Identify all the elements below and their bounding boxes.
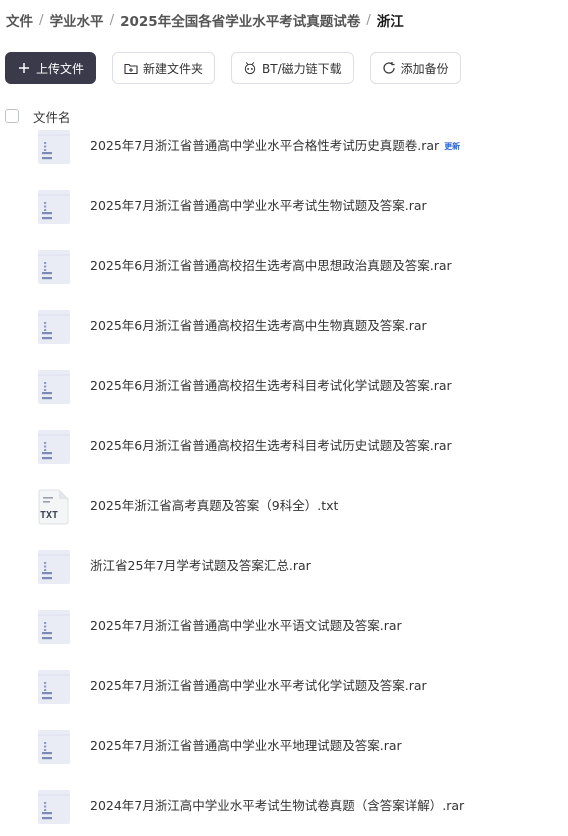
file-row[interactable]: 2025年7月浙江省普通高中学业水平考试化学试题及答案.rar [0,656,568,716]
file-name[interactable]: 2025年7月浙江省普通高中学业水平考试生物试题及答案.rar [90,197,427,215]
file-row[interactable]: 2025年7月浙江省普通高中学业水平考试生物试题及答案.rar [0,176,568,236]
file-name-text: 2025年6月浙江省普通高校招生选考科目考试化学试题及答案.rar [90,378,452,393]
file-name[interactable]: 2025年浙江省高考真题及答案（9科全）.txt [90,497,338,515]
rar-archive-icon [36,669,72,705]
file-name-text: 2025年6月浙江省普通高校招生选考高中生物真题及答案.rar [90,318,427,333]
file-row[interactable]: 2025年6月浙江省普通高校招生选考高中思想政治真题及答案.rar [0,236,568,296]
breadcrumb-separator: / [39,12,44,28]
file-name[interactable]: 2025年6月浙江省普通高校招生选考高中思想政治真题及答案.rar [90,257,452,275]
file-name-text: 2024年7月浙江高中学业水平考试生物试卷真题（含答案详解）.rar [90,798,465,813]
file-row[interactable]: 2025年6月浙江省普通高校招生选考科目考试化学试题及答案.rar [0,356,568,416]
file-row[interactable]: 2025年6月浙江省普通高校招生选考高中生物真题及答案.rar [0,296,568,356]
file-name-text: 2025年6月浙江省普通高校招生选考高中思想政治真题及答案.rar [90,258,452,273]
rar-archive-icon [36,189,72,225]
txt-file-icon: TXT [36,489,72,525]
file-row[interactable]: 2025年7月浙江省普通高中学业水平语文试题及答案.rar [0,596,568,656]
breadcrumb: 文件 / 学业水平 / 2025年全国各省学业水平考试真题试卷 / 浙江 [6,10,404,30]
add-backup-button-label: 添加备份 [400,61,449,76]
file-row[interactable]: 2024年7月浙江高中学业水平考试生物试卷真题（含答案详解）.rar [0,776,568,836]
file-name-text: 2025年7月浙江省普通高中学业水平语文试题及答案.rar [90,618,402,633]
file-name[interactable]: 2025年6月浙江省普通高校招生选考科目考试历史试题及答案.rar [90,437,452,455]
rar-archive-icon [36,369,72,405]
bt-button-label: BT/磁力链下载 [262,61,342,76]
rar-archive-icon [36,249,72,285]
rar-archive-icon [36,549,72,585]
sync-icon [382,61,396,75]
toolbar: 上传文件 新建文件夹 BT/磁力链下载 添加备份 [5,52,461,84]
file-name-text: 2025年7月浙江省普通高中学业水平合格性考试历史真题卷.rar [90,138,440,153]
file-name[interactable]: 2025年7月浙江省普通高中学业水平考试化学试题及答案.rar [90,677,427,695]
breadcrumb-separator: / [366,12,371,28]
file-row[interactable]: 2025年6月浙江省普通高校招生选考科目考试历史试题及答案.rar [0,416,568,476]
breadcrumb-item-exam-folder[interactable]: 2025年全国各省学业水平考试真题试卷 [120,10,360,30]
magnet-icon [243,61,257,75]
file-name[interactable]: 2025年6月浙江省普通高校招生选考高中生物真题及答案.rar [90,317,427,335]
breadcrumb-separator: / [109,12,115,28]
breadcrumb-item-current: 浙江 [376,14,404,30]
rar-archive-icon [36,729,72,765]
file-name-text: 2025年7月浙江省普通高中学业水平考试生物试题及答案.rar [90,198,427,213]
file-row[interactable]: TXT 2025年浙江省高考真题及答案（9科全）.txt [0,476,568,536]
rar-archive-icon [36,129,72,165]
upload-button[interactable]: 上传文件 [5,52,97,84]
file-name-text: 2025年7月浙江省普通高中学业水平地理试题及答案.rar [90,738,402,753]
new-folder-button[interactable]: 新建文件夹 [112,52,216,84]
file-row[interactable]: 浙江省25年7月学考试题及答案汇总.rar [0,536,568,596]
bt-magnet-download-button[interactable]: BT/磁力链下载 [231,52,354,84]
file-name-text: 2025年6月浙江省普通高校招生选考科目考试历史试题及答案.rar [90,438,452,453]
upload-button-label: 上传文件 [36,61,85,76]
folder-plus-icon [124,61,138,75]
new-folder-button-label: 新建文件夹 [143,61,204,76]
rar-archive-icon [36,429,72,465]
breadcrumb-item-academic-level[interactable]: 学业水平 [50,10,104,30]
file-name-text: 浙江省25年7月学考试题及答案汇总.rar [90,558,311,573]
file-name-text: 2025年浙江省高考真题及答案（9科全）.txt [90,498,339,513]
breadcrumb-item-files[interactable]: 文件 [6,10,33,30]
file-name[interactable]: 2025年7月浙江省普通高中学业水平地理试题及答案.rar [90,737,402,755]
file-name[interactable]: 浙江省25年7月学考试题及答案汇总.rar [90,557,311,575]
rar-archive-icon [36,789,72,825]
rar-archive-icon [36,309,72,345]
rar-archive-icon [36,609,72,645]
file-row[interactable]: 2025年7月浙江省普通高中学业水平合格性考试历史真题卷.rar 更新 [0,116,568,176]
file-row[interactable]: 2025年7月浙江省普通高中学业水平地理试题及答案.rar [0,716,568,776]
plus-icon [17,61,31,75]
file-name[interactable]: 2024年7月浙江高中学业水平考试生物试卷真题（含答案详解）.rar [90,797,464,815]
updated-badge: 更新 [444,141,461,151]
file-name-text: 2025年7月浙江省普通高中学业水平考试化学试题及答案.rar [90,678,427,693]
txt-icon-label: TXT [40,510,59,521]
file-name[interactable]: 2025年7月浙江省普通高中学业水平语文试题及答案.rar [90,617,402,635]
file-name[interactable]: 2025年6月浙江省普通高校招生选考科目考试化学试题及答案.rar [90,377,452,395]
add-backup-button[interactable]: 添加备份 [369,52,461,84]
file-name[interactable]: 2025年7月浙江省普通高中学业水平合格性考试历史真题卷.rar 更新 [90,137,460,155]
